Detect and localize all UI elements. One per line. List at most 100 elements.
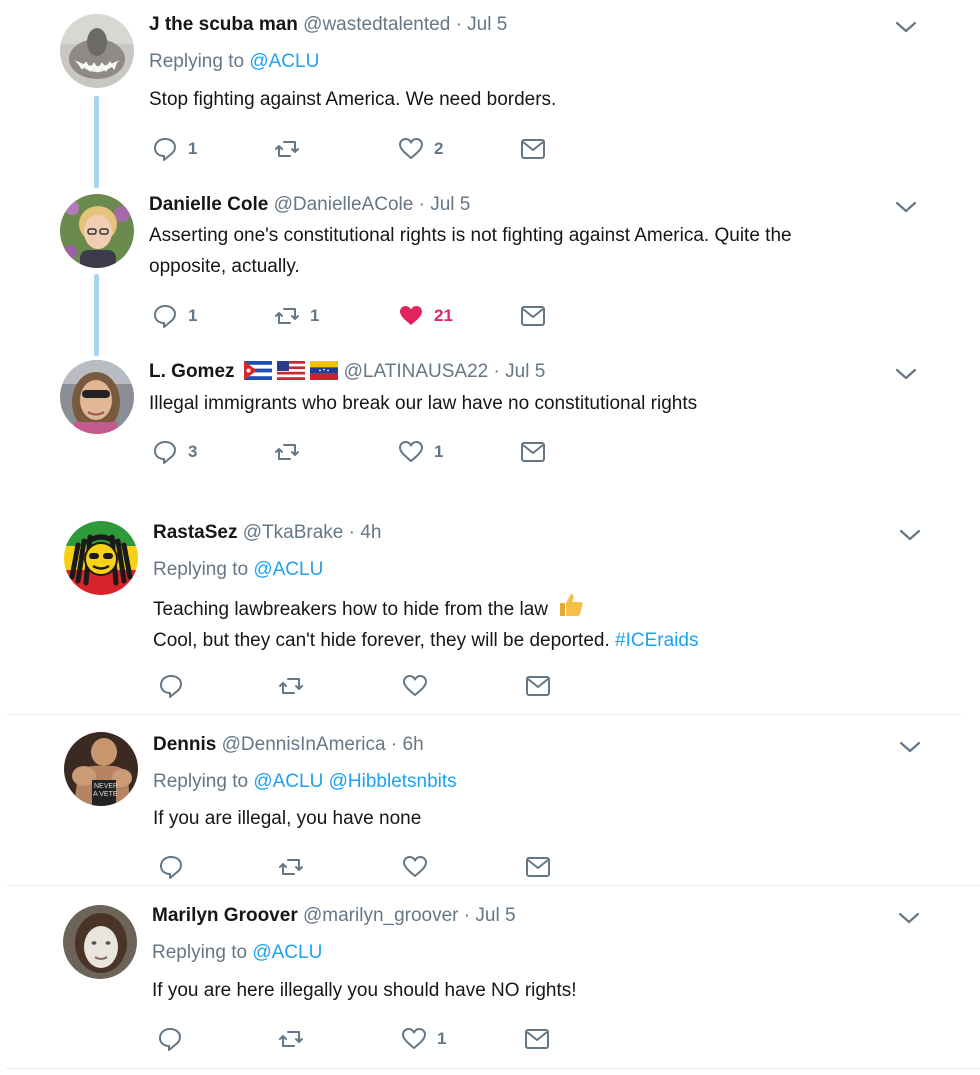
user-handle[interactable]: @wastedtalented — [303, 14, 450, 35]
direct-message-button[interactable] — [520, 136, 546, 162]
tweet[interactable]: NEVER A VETE Dennis @DennisInAmerica · 6… — [0, 722, 980, 882]
separator-dot: · — [418, 194, 425, 215]
direct-message-button[interactable] — [524, 1026, 550, 1052]
retweet-icon — [279, 859, 303, 875]
tweet[interactable]: J the scuba man @wastedtalented · Jul 5 … — [0, 0, 980, 180]
tweet-text: If you are illegal, you have none — [153, 808, 422, 829]
user-handle[interactable]: @LATINAUSA22 — [344, 361, 489, 382]
like-button[interactable]: 2 — [398, 136, 443, 162]
mention-link[interactable]: @ACLU — [253, 559, 323, 580]
reply-button[interactable] — [158, 854, 194, 880]
envelope-icon — [521, 139, 545, 159]
retweet-button[interactable] — [274, 439, 310, 465]
display-name[interactable]: Dennis — [153, 734, 216, 755]
envelope-icon — [525, 1029, 549, 1049]
chevron-down-icon[interactable] — [899, 740, 921, 754]
like-button[interactable]: 1 — [398, 439, 443, 465]
display-name[interactable]: Marilyn Groover — [152, 905, 298, 926]
avatar[interactable] — [64, 521, 138, 595]
direct-message-button[interactable] — [525, 673, 551, 699]
separator-dot: · — [493, 361, 500, 382]
retweet-icon — [279, 1031, 303, 1047]
chevron-down-icon[interactable] — [895, 20, 917, 34]
timestamp[interactable]: Jul 5 — [430, 194, 470, 215]
replying-to-label: Replying to — [152, 942, 248, 963]
mention-link[interactable]: @ACLU — [253, 771, 323, 792]
display-name[interactable]: RastaSez — [153, 522, 238, 543]
timestamp[interactable]: 6h — [403, 734, 424, 755]
retweet-button[interactable] — [278, 673, 314, 699]
like-count: 2 — [434, 139, 444, 158]
reply-icon — [160, 856, 182, 879]
direct-message-button[interactable] — [520, 303, 546, 329]
retweet-button[interactable] — [278, 1026, 314, 1052]
tweet-text: Illegal immigrants who break our law hav… — [149, 393, 698, 414]
chevron-down-icon[interactable] — [899, 528, 921, 542]
avatar[interactable] — [60, 14, 134, 88]
reply-button[interactable]: 3 — [152, 439, 197, 465]
heart-icon — [403, 675, 427, 696]
reply-button[interactable] — [157, 1026, 193, 1052]
heart-icon — [402, 1028, 426, 1049]
retweet-button[interactable] — [274, 136, 310, 162]
tweet[interactable]: Marilyn Groover @marilyn_groover · Jul 5… — [0, 893, 980, 1068]
replying-to-label: Replying to — [149, 51, 245, 72]
user-handle[interactable]: @DanielleACole — [274, 194, 414, 215]
chevron-down-icon[interactable] — [895, 367, 917, 381]
tweet[interactable]: Danielle Cole @DanielleACole · Jul 5 Ass… — [0, 185, 980, 350]
reply-button[interactable] — [158, 673, 194, 699]
timestamp[interactable]: 4h — [360, 522, 381, 543]
retweet-button[interactable] — [278, 854, 314, 880]
separator-dot: · — [463, 905, 471, 926]
tweet-divider — [6, 714, 962, 715]
retweet-icon — [275, 308, 299, 324]
reply-button[interactable]: 1 — [152, 136, 197, 162]
mention-link[interactable]: @ACLU — [249, 51, 319, 72]
hashtag-link[interactable]: #ICEraids — [615, 630, 698, 651]
reply-icon — [154, 305, 176, 328]
mention-link[interactable]: @Hibbletsnbits — [329, 771, 457, 792]
retweet-icon — [275, 141, 299, 157]
timestamp[interactable]: Jul 5 — [467, 14, 507, 35]
direct-message-button[interactable] — [520, 439, 546, 465]
tweet-text-line: Cool, but they can't hide forever, they … — [153, 630, 610, 651]
separator-dot: · — [390, 734, 398, 755]
retweet-button[interactable]: 1 — [274, 303, 319, 329]
mention-link[interactable]: @ACLU — [252, 942, 322, 963]
display-name[interactable]: L. Gomez — [149, 361, 235, 382]
like-button[interactable] — [402, 854, 438, 880]
replying-to: Replying to @ACLU — [152, 941, 322, 965]
like-button[interactable] — [402, 673, 438, 699]
separator-dot: · — [455, 14, 462, 35]
avatar[interactable] — [63, 905, 137, 979]
chevron-down-icon[interactable] — [895, 200, 917, 214]
tweet-text: Teaching lawbreakers how to hide from th… — [153, 591, 913, 656]
like-button[interactable]: 21 — [398, 303, 453, 329]
chevron-down-icon[interactable] — [898, 911, 920, 925]
display-name[interactable]: Danielle Cole — [149, 194, 268, 215]
heart-icon — [399, 441, 423, 462]
user-handle[interactable]: @DennisInAmerica — [222, 734, 386, 755]
tweet[interactable]: L. Gomez @LATINAUSA22 · Jul 5 Illegal im… — [0, 352, 980, 492]
tweet[interactable]: RastaSez @TkaBrake · 4h Replying to @ACL… — [0, 510, 980, 710]
replying-to-label: Replying to — [153, 559, 249, 580]
replying-to: Replying to @ACLU — [153, 558, 323, 582]
separator-dot: · — [348, 522, 355, 543]
display-name[interactable]: J the scuba man — [149, 14, 298, 35]
tweet-divider — [6, 1068, 980, 1069]
user-handle[interactable]: @marilyn_groover — [303, 905, 459, 926]
tweet-divider — [6, 885, 980, 886]
avatar-text: A VETE — [93, 791, 118, 798]
timestamp[interactable]: Jul 5 — [505, 361, 545, 382]
tweet-text-line: opposite, actually. — [149, 256, 300, 277]
avatar-caption: NEVER A VETE — [93, 783, 118, 798]
user-handle[interactable]: @TkaBrake — [243, 522, 344, 543]
direct-message-button[interactable] — [525, 854, 551, 880]
reply-icon — [160, 675, 182, 698]
avatar[interactable] — [60, 360, 134, 434]
timestamp[interactable]: Jul 5 — [475, 905, 515, 926]
reply-button[interactable]: 1 — [152, 303, 197, 329]
avatar[interactable]: NEVER A VETE — [64, 732, 138, 806]
like-button[interactable]: 1 — [401, 1026, 446, 1052]
avatar[interactable] — [60, 194, 134, 268]
